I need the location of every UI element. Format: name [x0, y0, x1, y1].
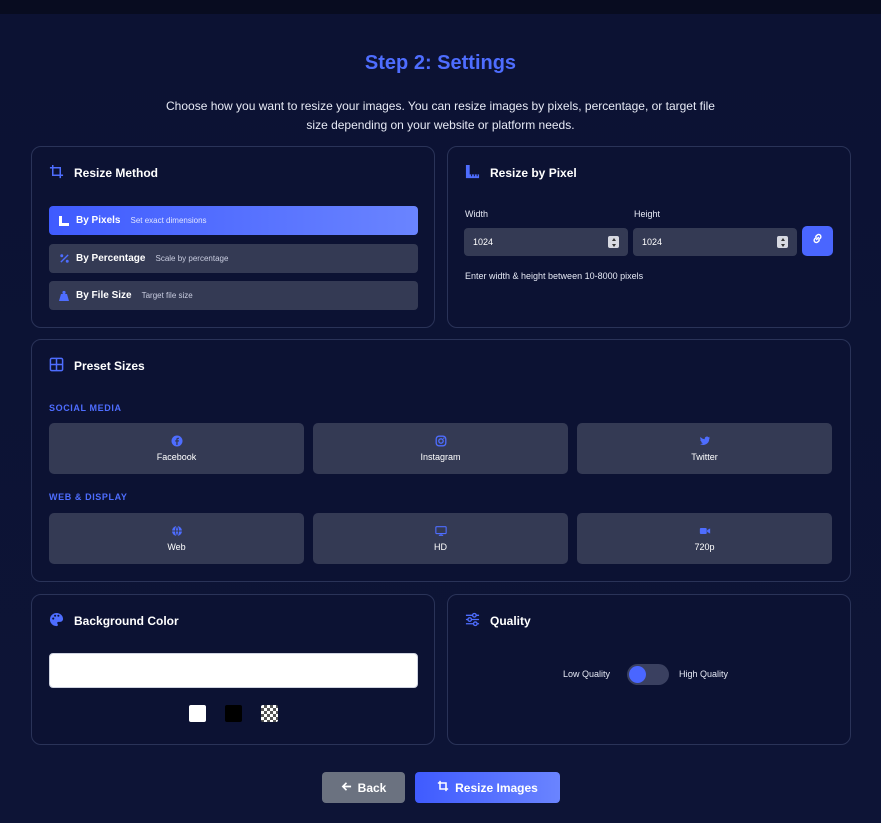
- preset-label: Twitter: [691, 452, 718, 462]
- resize-pixel-header: Resize by Pixel: [465, 164, 577, 182]
- method-desc: Set exact dimensions: [130, 216, 207, 225]
- height-label: Height: [634, 209, 661, 219]
- preset-label: Instagram: [420, 452, 461, 462]
- preset-web[interactable]: Web: [49, 513, 304, 564]
- grid-icon: [49, 357, 64, 375]
- aspect-lock-button[interactable]: [802, 226, 833, 256]
- swatch-black[interactable]: [225, 705, 242, 722]
- resize-method-header: Resize Method: [49, 164, 159, 182]
- resize-images-button[interactable]: Resize Images: [415, 772, 560, 803]
- preset-twitter[interactable]: Twitter: [577, 423, 832, 474]
- resize-pixel-card: Resize by Pixel Width 1024 Height 1024 E…: [447, 146, 851, 328]
- arrow-left-icon: [341, 781, 352, 795]
- swatch-white[interactable]: [189, 705, 206, 722]
- quality-header: Quality: [465, 612, 531, 630]
- method-desc: Target file size: [141, 291, 193, 300]
- preset-720p[interactable]: 720p: [577, 513, 832, 564]
- preset-instagram[interactable]: Instagram: [313, 423, 568, 474]
- preset-sizes-header: Preset Sizes: [49, 357, 145, 375]
- resize-method-card: Resize Method By Pixels Set exact dimens…: [31, 146, 435, 328]
- back-label: Back: [357, 780, 387, 795]
- method-label: By Pixels: [76, 215, 121, 226]
- method-desc: Scale by percentage: [155, 254, 229, 263]
- ruler-icon: [58, 215, 70, 227]
- low-quality-label: Low Quality: [563, 669, 611, 679]
- page-subtitle: Choose how you want to resize your image…: [166, 99, 715, 132]
- palette-icon: [49, 612, 64, 630]
- preset-label: 720p: [694, 542, 715, 552]
- facebook-icon: [171, 435, 183, 447]
- method-by-pixels[interactable]: By Pixels Set exact dimensions: [49, 206, 418, 235]
- resize-pixel-title: Resize by Pixel: [490, 166, 577, 180]
- height-value: 1024: [642, 237, 663, 247]
- preset-label: Facebook: [156, 452, 197, 462]
- method-label: By File Size: [76, 290, 132, 301]
- weight-icon: [58, 290, 70, 302]
- sliders-icon: [465, 612, 480, 630]
- video-icon: [699, 525, 711, 537]
- resize-method-title: Resize Method: [74, 166, 159, 180]
- preset-sizes-card: Preset Sizes SOCIAL MEDIA Facebook Insta…: [31, 339, 851, 582]
- ruler-icon: [465, 164, 480, 182]
- social-media-label: SOCIAL MEDIA: [49, 403, 122, 413]
- color-picker-input[interactable]: [49, 653, 418, 688]
- method-by-percentage[interactable]: By Percentage Scale by percentage: [49, 244, 418, 273]
- width-label: Width: [465, 209, 489, 219]
- settings-page: Step 2: Settings Choose how you want to …: [0, 0, 881, 823]
- background-color-title: Background Color: [74, 614, 179, 628]
- background-color-card: Background Color: [31, 594, 435, 745]
- web-display-label: WEB & DISPLAY: [49, 492, 128, 502]
- width-input[interactable]: 1024: [464, 228, 628, 256]
- globe-icon: [171, 525, 183, 537]
- background-color-header: Background Color: [49, 612, 179, 630]
- twitter-icon: [699, 435, 711, 447]
- height-input[interactable]: 1024: [633, 228, 797, 256]
- preset-label: HD: [434, 542, 447, 552]
- resize-images-label: Resize Images: [455, 780, 538, 795]
- back-button[interactable]: Back: [322, 772, 405, 803]
- instagram-icon: [435, 435, 447, 447]
- toggle-knob: [629, 666, 646, 683]
- crop-icon: [437, 780, 449, 795]
- monitor-icon: [434, 525, 447, 537]
- high-quality-label: High Quality: [679, 669, 729, 679]
- pixel-hint: Enter width & height between 10-8000 pix…: [465, 271, 644, 281]
- quality-card: Quality Low Quality High Quality: [447, 594, 851, 745]
- preset-sizes-title: Preset Sizes: [74, 359, 145, 373]
- page-title: Step 2: Settings: [364, 52, 517, 74]
- width-value: 1024: [473, 237, 494, 247]
- crop-icon: [49, 164, 64, 182]
- quality-title: Quality: [490, 614, 531, 628]
- swatch-transparent[interactable]: [261, 705, 278, 722]
- preset-label: Web: [167, 542, 186, 552]
- quality-toggle[interactable]: [627, 664, 669, 685]
- width-spinner[interactable]: [608, 236, 619, 248]
- method-by-file-size[interactable]: By File Size Target file size: [49, 281, 418, 310]
- preset-hd[interactable]: HD: [313, 513, 568, 564]
- top-bar: [0, 0, 881, 14]
- preset-facebook[interactable]: Facebook: [49, 423, 304, 474]
- height-spinner[interactable]: [777, 236, 788, 248]
- percent-icon: [58, 253, 70, 265]
- method-label: By Percentage: [76, 253, 146, 264]
- link-icon: [811, 232, 824, 250]
